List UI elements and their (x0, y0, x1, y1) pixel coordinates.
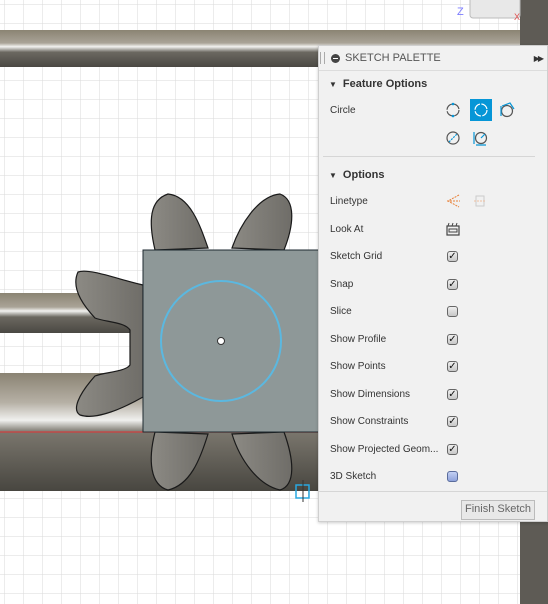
look-at-label: Look At (330, 224, 364, 235)
option-label: 3D Sketch (330, 471, 377, 482)
two-tangent-circle-icon[interactable] (443, 128, 463, 148)
options-label: Options (342, 169, 385, 181)
three-point-circle-icon[interactable] (497, 100, 517, 120)
triangle-down-icon: ▼ (329, 79, 337, 89)
option-label: Slice (330, 306, 352, 317)
divider (323, 156, 535, 157)
show-points-checkbox[interactable]: ✓ (447, 361, 458, 372)
construction-linetype-icon[interactable] (443, 191, 463, 211)
show-constraints-checkbox[interactable]: ✓ (447, 416, 458, 427)
axis-z-label: Z (457, 6, 464, 18)
3d-sketch-checkbox[interactable] (447, 471, 458, 482)
finish-sketch-button[interactable]: Finish Sketch (460, 500, 535, 520)
option-label: Sketch Grid (330, 251, 383, 262)
option-label: Show Profile (330, 334, 387, 345)
center-point (217, 337, 225, 345)
divider (319, 491, 547, 492)
drag-handle-icon[interactable] (320, 52, 325, 64)
center-diameter-circle-icon[interactable] (443, 100, 463, 120)
option-label: Show Constraints (330, 416, 409, 427)
centerline-linetype-icon[interactable] (470, 191, 490, 211)
three-tangent-circle-icon[interactable] (470, 128, 490, 148)
sketch-grid-checkbox[interactable]: ✓ (447, 251, 458, 262)
sketch-profile (142, 249, 320, 433)
linetype-label: Linetype (330, 196, 368, 207)
show-profile-checkbox[interactable]: ✓ (447, 334, 458, 345)
two-point-circle-icon[interactable] (470, 99, 492, 121)
triangle-down-icon: ▼ (329, 170, 337, 180)
options-header[interactable]: ▼ Options (319, 162, 384, 188)
option-label: Show Dimensions (330, 389, 411, 400)
option-label: Show Points (330, 361, 386, 372)
show-projected-geometries-checkbox[interactable]: ✓ (447, 444, 458, 455)
palette-header[interactable]: SKETCH PALETTE ▶▶ (319, 46, 547, 71)
expand-icon[interactable]: ▶▶ (534, 54, 544, 63)
viewcube[interactable] (469, 0, 521, 19)
snap-checkbox[interactable]: ✓ (447, 279, 458, 290)
show-dimensions-checkbox[interactable]: ✓ (447, 389, 458, 400)
collapse-icon[interactable] (331, 53, 340, 63)
feature-options-label: Feature Options (342, 78, 428, 90)
axis-x-label: X (514, 12, 520, 22)
sketch-palette: SKETCH PALETTE ▶▶ ▼ Feature Options Circ… (318, 45, 548, 522)
circle-label: Circle (330, 105, 356, 116)
look-at-icon[interactable] (443, 219, 463, 239)
palette-title: SKETCH PALETTE (345, 52, 441, 64)
feature-options-header[interactable]: ▼ Feature Options (319, 71, 547, 97)
option-label: Show Projected Geom... (330, 444, 439, 455)
slice-checkbox[interactable] (447, 306, 458, 317)
option-label: Snap (330, 279, 354, 290)
